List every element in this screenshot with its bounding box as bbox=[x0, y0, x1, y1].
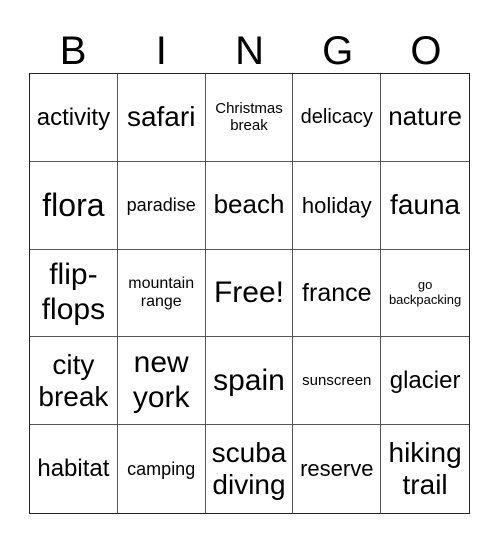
header-letter-o: O bbox=[410, 29, 442, 73]
bingo-cell[interactable]: activity bbox=[30, 74, 118, 162]
bingo-cell[interactable]: flora bbox=[30, 161, 118, 250]
bingo-cell[interactable]: hiking trail bbox=[381, 425, 469, 513]
bingo-cell[interactable]: reserve bbox=[293, 425, 382, 513]
bingo-cell[interactable]: glacier bbox=[381, 337, 469, 426]
bingo-card-grid: activity safari Christmas break delicacy nat… bbox=[29, 73, 470, 514]
bingo-cell[interactable]: safari bbox=[117, 74, 206, 162]
bingo-cell[interactable]: sunscreen bbox=[293, 337, 382, 426]
bingo-cell[interactable]: beach bbox=[205, 161, 294, 250]
bingo-cell[interactable]: holiday bbox=[293, 161, 382, 250]
bingo-cell[interactable]: scuba diving bbox=[206, 425, 294, 513]
bingo-cell[interactable]: paradise bbox=[117, 161, 206, 250]
bingo-cell[interactable]: new york bbox=[117, 337, 206, 426]
bingo-cell[interactable]: go backpacking bbox=[381, 250, 469, 338]
bingo-header: B I N G O bbox=[29, 30, 470, 72]
bingo-cell[interactable]: nature bbox=[381, 74, 469, 162]
header-letter-g: G bbox=[322, 29, 354, 73]
bingo-cell[interactable]: city break bbox=[30, 337, 118, 426]
bingo-cell[interactable]: camping bbox=[118, 425, 206, 513]
bingo-cell[interactable]: mountain range bbox=[117, 249, 206, 338]
bingo-cell[interactable]: fauna bbox=[381, 162, 469, 250]
bingo-cell[interactable]: Christmas break bbox=[205, 74, 294, 162]
bingo-cell[interactable]: france bbox=[293, 249, 382, 338]
free-space-cell[interactable]: Free! bbox=[205, 249, 294, 338]
bingo-cell[interactable]: habitat bbox=[30, 425, 118, 513]
bingo-cell[interactable]: delicacy bbox=[293, 74, 382, 162]
bingo-cell[interactable]: spain bbox=[205, 337, 294, 426]
header-letter-n: N bbox=[235, 29, 264, 73]
bingo-cell[interactable]: flip-flops bbox=[30, 249, 118, 338]
header-letter-b: B bbox=[59, 29, 87, 73]
header-letter-i: I bbox=[155, 29, 167, 73]
